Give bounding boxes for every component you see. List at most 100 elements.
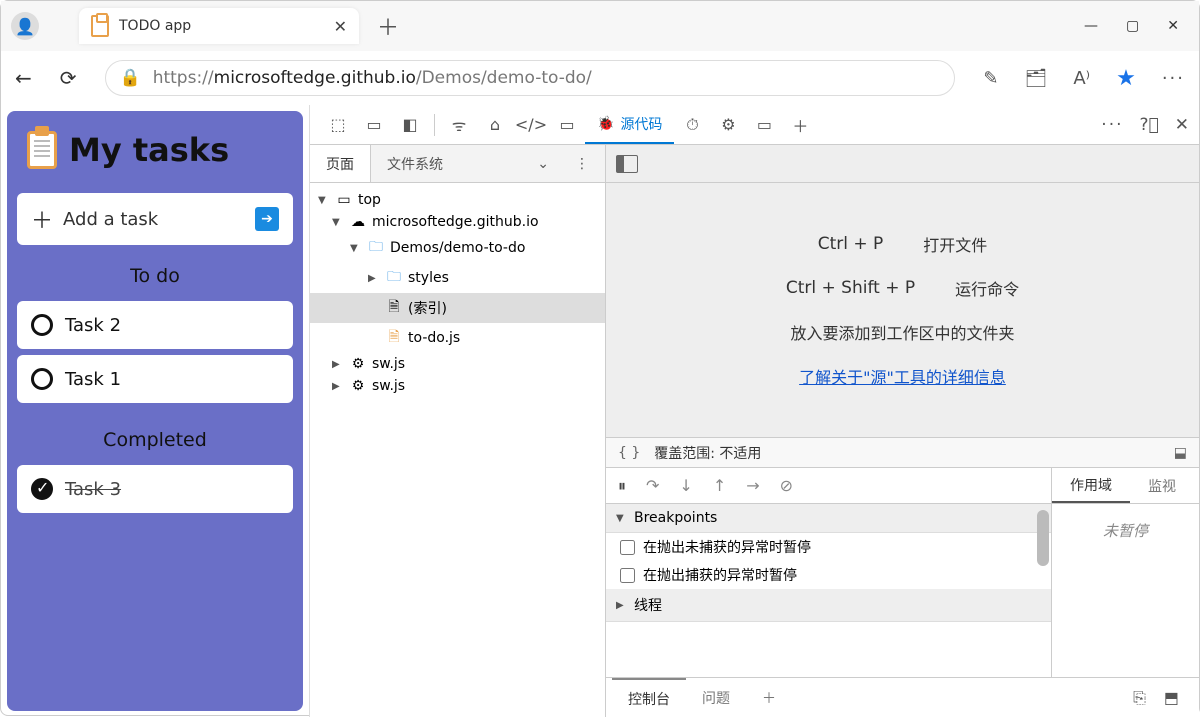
open-file-label: 打开文件 [923,232,987,256]
todo-app: My tasks ＋ Add a task ➔ To do Task 2 Tas… [7,111,303,711]
address-bar[interactable]: 🔒 https://microsoftedge.github.io/Demos/… [105,60,956,96]
edit-page-icon[interactable]: ✎ [983,68,998,89]
url-scheme: https:// [153,68,214,88]
performance-tab-icon[interactable]: ⏱ [674,115,710,135]
sources-tab[interactable]: 🐞 源代码 [585,105,674,144]
bug-icon: 🐞 [597,116,614,132]
tree-label: styles [408,270,449,286]
step-button[interactable]: → [746,476,759,495]
toggle-navigator-icon[interactable] [616,155,638,173]
application-tab-icon[interactable]: ▭ [746,115,782,134]
settings-more-icon[interactable]: ··· [1162,68,1185,89]
maximize-button[interactable]: ▢ [1126,18,1139,34]
checkbox-icon[interactable] [31,314,53,336]
nav-more-icon[interactable]: ⋮ [559,145,605,182]
pretty-print-icon[interactable]: { } [618,445,640,461]
breakpoints-title: Breakpoints [634,510,717,526]
collections-icon[interactable]: 🗂 [1025,68,1048,89]
close-tab-icon[interactable]: ✕ [334,17,347,36]
close-window-button[interactable]: ✕ [1167,18,1179,34]
close-devtools-icon[interactable]: ✕ [1175,115,1189,135]
collapse-drawer-icon[interactable]: ⬒ [1164,688,1179,708]
task-item[interactable]: Task 1 [17,355,293,403]
sources-tab-label: 源代码 [620,114,662,134]
elements-tab-icon[interactable]: </> [513,115,549,134]
browser-tab[interactable]: TODO app ✕ [79,8,359,44]
task-item[interactable]: Task 2 [17,301,293,349]
drop-folder-hint: 放入要添加到工作区中的文件夹 [790,320,1014,344]
tree-todo-js-file[interactable]: 🗎to-do.js [310,323,605,353]
welcome-tab-icon[interactable]: ⌂ [477,115,513,134]
run-command-label: 运行命令 [955,276,1019,300]
read-aloud-icon[interactable]: A⁾ [1073,68,1090,89]
help-icon[interactable]: ?⃝ [1140,115,1159,135]
step-into-button[interactable]: ↓ [679,476,692,495]
threads-header[interactable]: ▶线程 [606,589,1051,622]
network-throttle-icon[interactable]: ᯤ [441,114,477,136]
url-path: /Demos/demo-to-do/ [416,68,592,88]
bp-label: 在抛出捕获的异常时暂停 [643,565,797,585]
snapshot-icon[interactable]: ⬓ [1174,445,1187,461]
devtools-panel: ⬚ ▭ ◧ ᯤ ⌂ </> ▭ 🐞 源代码 ⏱ ⚙ ▭ ＋ ··· ?⃝ ✕ [309,105,1199,717]
tree-origin[interactable]: ▼☁microsoftedge.github.io [310,211,605,233]
memory-tab-icon[interactable]: ⚙ [710,115,746,134]
task-label: Task 1 [65,369,121,390]
step-over-button[interactable]: ↷ [646,476,659,495]
filesystem-nav-tab[interactable]: 文件系统 [371,145,459,182]
tree-sw-worker[interactable]: ▶⚙sw.js [310,375,605,397]
breakpoints-header[interactable]: ▼Breakpoints [606,504,1051,533]
drawer-settings-icon[interactable]: ⎘ [1133,688,1146,708]
pause-uncaught-checkbox[interactable]: 在抛出未捕获的异常时暂停 [606,533,1051,561]
not-paused-label: 未暂停 [1052,504,1199,677]
step-out-button[interactable]: ↑ [713,476,726,495]
lock-icon: 🔒 [120,68,141,88]
back-button[interactable]: ← [15,66,32,90]
completed-section-label: Completed [17,429,293,451]
favorite-star-icon[interactable]: ★ [1116,66,1136,91]
profile-avatar[interactable]: 👤 [11,12,39,40]
editor-empty-state: Ctrl + P 打开文件 Ctrl + Shift + P 运行命令 放入要添… [606,183,1199,437]
checkbox-checked-icon[interactable] [31,478,53,500]
deactivate-breakpoints-button[interactable]: ⊘ [780,476,793,495]
scrollbar-thumb[interactable] [1037,510,1049,566]
page-nav-tab[interactable]: 页面 [310,145,371,182]
add-task-input[interactable]: ＋ Add a task ➔ [17,193,293,245]
scope-tab[interactable]: 作用域 [1052,468,1130,503]
watch-tab[interactable]: 监视 [1130,468,1194,503]
threads-title: 线程 [634,595,662,615]
add-tab-icon[interactable]: ＋ [782,113,818,137]
submit-task-button[interactable]: ➔ [255,207,279,231]
coverage-label: 覆盖范围: 不适用 [654,443,761,463]
nav-dropdown-icon[interactable]: ⌄ [527,145,559,182]
open-file-shortcut: Ctrl + P [818,234,884,254]
tree-sw-worker[interactable]: ▶⚙sw.js [310,353,605,375]
inspect-element-icon[interactable]: ⬚ [320,115,356,134]
tab-title: TODO app [119,18,324,34]
bp-label: 在抛出未捕获的异常时暂停 [643,537,811,557]
tree-label: top [358,192,381,208]
minimize-button[interactable]: — [1084,18,1098,34]
tree-label: to-do.js [408,330,460,346]
refresh-button[interactable]: ⟳ [60,66,77,90]
console-tab-icon[interactable]: ▭ [549,115,585,134]
console-drawer-tab[interactable]: 控制台 [612,678,686,717]
tree-top[interactable]: ▼▭top [310,189,605,211]
pause-caught-checkbox[interactable]: 在抛出捕获的异常时暂停 [606,561,1051,589]
devtools-more-icon[interactable]: ··· [1101,115,1123,135]
add-drawer-tab-icon[interactable]: ＋ [746,678,792,717]
dock-side-icon[interactable]: ◧ [392,115,428,134]
issues-drawer-tab[interactable]: 问题 [686,678,746,717]
tree-label: microsoftedge.github.io [372,214,539,230]
device-emulation-icon[interactable]: ▭ [356,115,392,134]
tree-index-file[interactable]: 🗎(索引) [310,293,605,323]
pause-button[interactable]: ⏸ [618,476,626,496]
clipboard-icon [27,131,57,169]
task-item[interactable]: Task 3 [17,465,293,513]
tree-label: Demos/demo-to-do [390,240,525,256]
tree-folder[interactable]: ▼🗀Demos/demo-to-do [310,233,605,263]
task-label: Task 3 [65,479,121,500]
checkbox-icon[interactable] [31,368,53,390]
new-tab-button[interactable]: ＋ [377,10,399,42]
tree-styles-folder[interactable]: ▶🗀styles [310,263,605,293]
learn-more-link[interactable]: 了解关于"源"工具的详细信息 [799,364,1006,388]
